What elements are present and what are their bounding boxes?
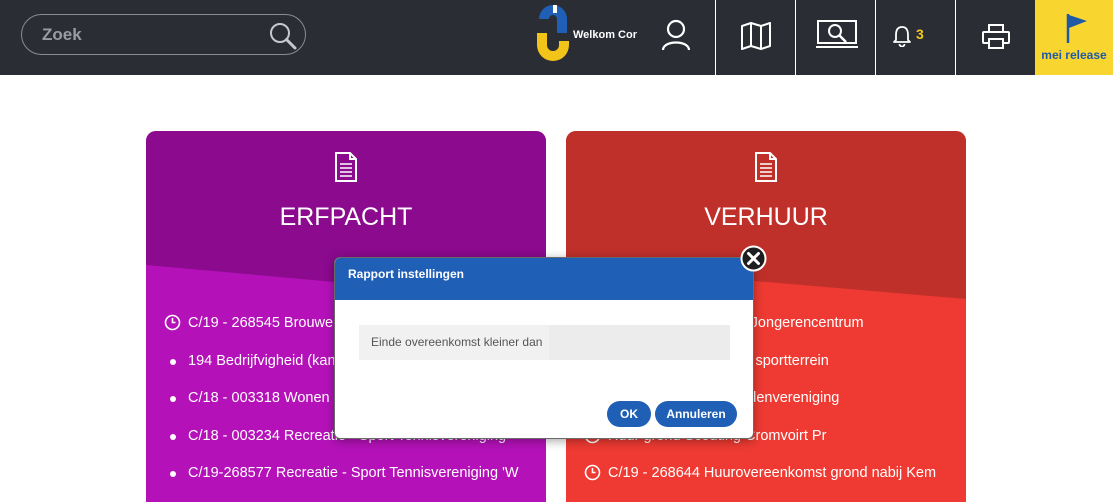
cancel-button[interactable]: Annuleren <box>655 401 737 427</box>
organisation-logo <box>537 5 569 61</box>
card-title: ERFPACHT <box>279 203 413 231</box>
list-item-text: C/19-268577 Recreatie - Sport Tennisvere… <box>188 465 519 481</box>
welcome-text: Welkom Cor <box>573 29 637 41</box>
notification-count: 3 <box>916 26 924 42</box>
release-label: mei release <box>1041 48 1107 62</box>
printer-icon <box>982 24 1010 49</box>
list-item-text: C/18 - 003318 Wonen <box>188 390 330 406</box>
clock-icon <box>164 314 181 331</box>
list-item[interactable]: C/19 - 268644 Huurovereenkomst grond nab… <box>566 463 966 501</box>
monitor-search-icon <box>816 20 858 48</box>
bullet <box>170 471 176 477</box>
map-button[interactable] <box>715 0 795 75</box>
bullet <box>170 433 176 440</box>
search-input[interactable] <box>42 24 262 46</box>
list-item-text: C/19 - 268545 Brouwerij <box>188 315 345 331</box>
clock-icon <box>584 464 601 481</box>
notifications-button[interactable]: 3 <box>875 0 955 75</box>
list-item-text: C/19 - 268644 Huurovereenkomst grond nab… <box>608 465 937 481</box>
report-settings-dialog: Rapport instellingen Einde overeenkomst … <box>334 257 754 439</box>
end-agreement-label: Einde overeenkomst kleiner dan <box>359 325 549 360</box>
end-agreement-input[interactable] <box>549 325 730 360</box>
document-icon <box>755 152 777 182</box>
card-title: VERHUUR <box>704 203 828 231</box>
search-box[interactable] <box>21 14 306 55</box>
release-notes-button[interactable]: mei release <box>1035 0 1113 75</box>
bullet <box>170 358 176 365</box>
bell-icon <box>893 26 911 47</box>
top-header: Welkom Cor 3 <box>0 0 1113 75</box>
flag-icon <box>1066 14 1087 43</box>
user-icon[interactable] <box>655 16 697 56</box>
print-button[interactable] <box>955 0 1035 75</box>
search-icon[interactable] <box>268 21 298 51</box>
ok-button[interactable]: OK <box>607 401 651 427</box>
map-icon <box>741 22 771 50</box>
document-icon <box>335 152 357 182</box>
list-item[interactable]: C/19-268577 Recreatie - Sport Tennisvere… <box>146 463 546 501</box>
dialog-header: Rapport instellingen <box>335 258 753 300</box>
close-icon[interactable] <box>740 245 767 272</box>
dialog-title: Rapport instellingen <box>348 267 465 281</box>
bullet <box>170 396 176 402</box>
search-screen-button[interactable] <box>795 0 875 75</box>
